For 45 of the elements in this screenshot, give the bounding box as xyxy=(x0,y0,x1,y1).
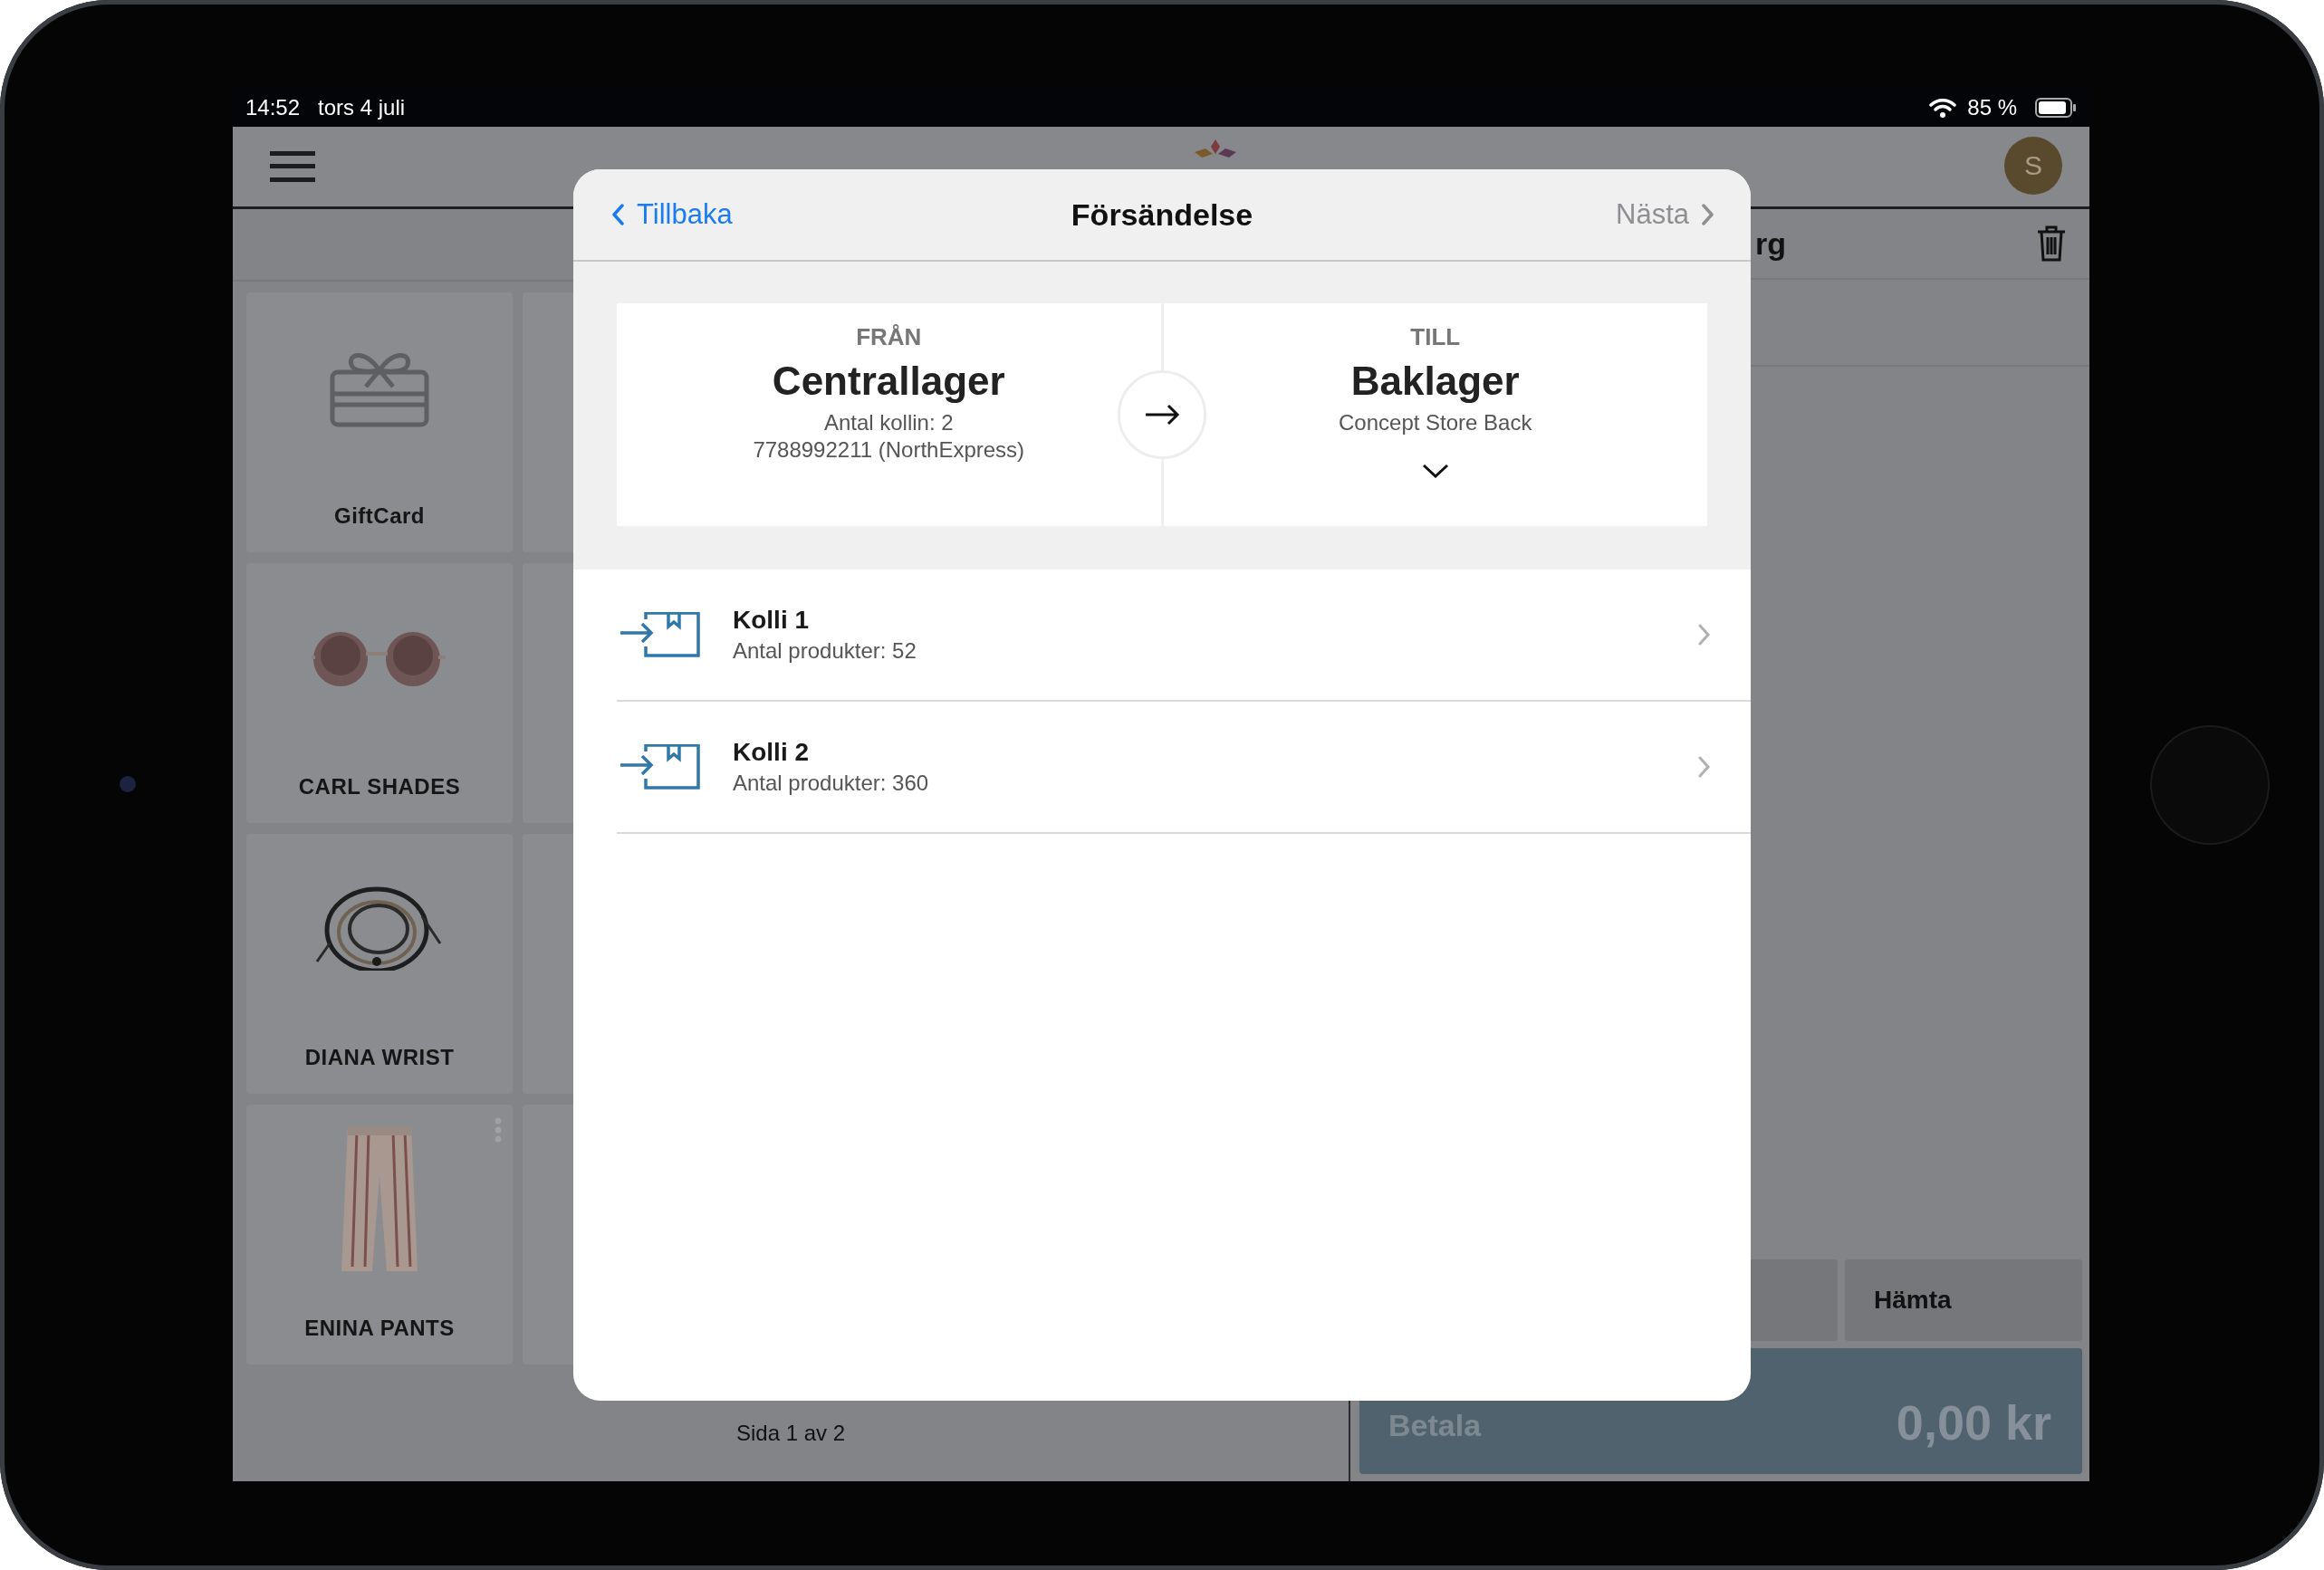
package-in-icon xyxy=(619,744,700,790)
back-link[interactable]: Tillbaka xyxy=(611,198,733,231)
chevron-left-icon xyxy=(611,204,624,225)
product-tile[interactable]: GiftCard xyxy=(246,292,513,552)
package-count: Antal produkter: 360 xyxy=(733,771,930,796)
product-name: CARL SHADES xyxy=(298,774,461,799)
to-label: TILL xyxy=(1410,323,1461,351)
status-time: 14:52 xyxy=(245,94,301,120)
status-date: tors 4 juli xyxy=(318,94,406,120)
trash-icon[interactable] xyxy=(2037,225,2066,262)
from-location: Centrallager xyxy=(772,359,1005,404)
to-location: Baklager xyxy=(1350,359,1520,404)
chevron-right-icon xyxy=(1698,624,1711,646)
package-row[interactable]: Kolli 2 Antal produkter: 360 xyxy=(617,702,1751,834)
package-title: Kolli 2 xyxy=(733,738,810,767)
camera-icon xyxy=(120,776,136,792)
fetch-button[interactable]: Hämta xyxy=(1845,1259,2082,1341)
destination-picker[interactable]: TILL Baklager Concept Store Back xyxy=(1163,303,1707,526)
battery-icon xyxy=(2035,97,2077,118)
package-title: Kolli 1 xyxy=(733,606,810,635)
product-tile[interactable]: DIANA WRIST xyxy=(246,834,513,1094)
menu-icon[interactable] xyxy=(270,151,315,182)
from-detail: 7788992211 (NorthExpress) xyxy=(753,436,1025,464)
package-in-icon xyxy=(619,612,700,657)
battery-percent: 85 % xyxy=(1967,94,2017,120)
cart-title: rg xyxy=(1755,225,1786,262)
from-detail: Antal kollin: 2 xyxy=(823,409,954,436)
page-indicator: Sida 1 av 2 xyxy=(735,1420,846,1446)
to-detail: Concept Store Back xyxy=(1339,409,1532,436)
package-row[interactable]: Kolli 1 Antal produkter: 52 xyxy=(617,570,1751,702)
user-avatar[interactable]: S xyxy=(2004,137,2062,195)
chevron-down-icon xyxy=(1421,464,1449,478)
product-name: DIANA WRIST xyxy=(304,1045,455,1070)
wifi-icon xyxy=(1929,97,1957,118)
product-tile[interactable]: CARL SHADES xyxy=(246,563,513,823)
package-count: Antal produkter: 52 xyxy=(733,638,917,664)
chevron-right-icon xyxy=(1702,204,1714,225)
dialog-title: Försändelse xyxy=(1071,196,1253,233)
product-name: ENINA PANTS xyxy=(304,1316,455,1341)
arrow-right-icon xyxy=(1144,404,1180,426)
product-name: GiftCard xyxy=(334,503,425,529)
chevron-right-icon xyxy=(1698,756,1711,778)
flower-logo-icon xyxy=(1195,139,1236,158)
product-tile[interactable]: ENINA PANTS xyxy=(246,1105,513,1364)
from-label: FRÅN xyxy=(856,323,922,351)
